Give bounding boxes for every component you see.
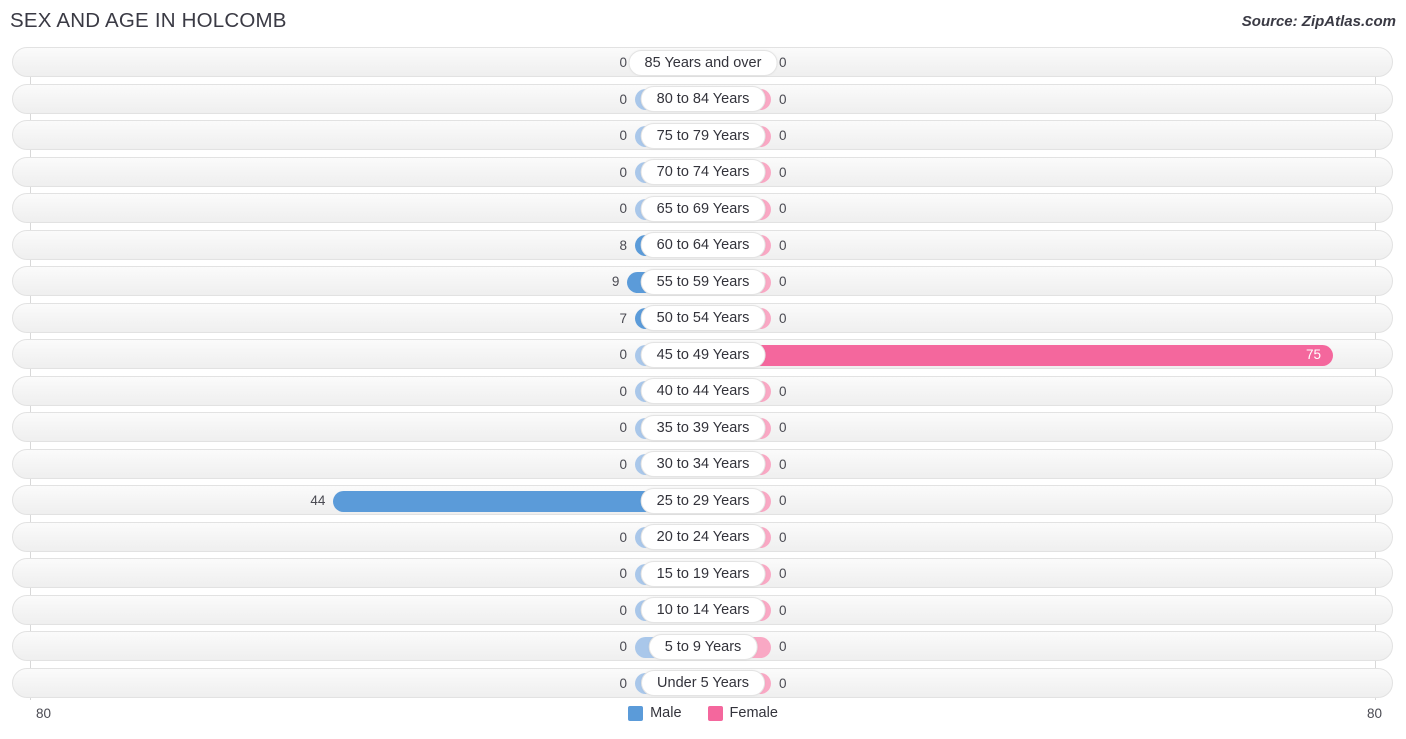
value-label-male: 8 — [619, 237, 627, 253]
age-group-label: 15 to 19 Years — [640, 560, 766, 587]
value-label-female: 0 — [779, 274, 787, 289]
value-label-male: 0 — [619, 164, 627, 180]
source-attribution: Source: ZipAtlas.com — [1241, 13, 1396, 30]
age-group-label: 45 to 49 Years — [640, 341, 766, 368]
page-header: SEX AND AGE IN HOLCOMB Source: ZipAtlas.… — [0, 0, 1406, 44]
age-group-label: 25 to 29 Years — [640, 487, 766, 514]
value-label-female: 0 — [779, 420, 787, 435]
age-group-label: 85 Years and over — [628, 49, 778, 76]
page-title: SEX AND AGE IN HOLCOMB — [10, 9, 287, 32]
value-label-female: 0 — [779, 566, 787, 581]
age-group-label: 30 to 34 Years — [640, 451, 766, 477]
chart-rows: 0 0 85 Years and over 0 0 80 to 84 Years 0 0 75 … — [0, 44, 1406, 701]
age-group-label: 60 to 64 Years — [640, 232, 766, 258]
chart-row[interactable]: 0 75 45 to 49 Years — [0, 336, 1406, 373]
chart-row[interactable]: 0 0 80 to 84 Years — [0, 81, 1406, 118]
age-group-label: 75 to 79 Years — [640, 122, 766, 149]
value-label-male: 0 — [619, 639, 627, 654]
value-label-male: 0 — [619, 675, 627, 691]
value-label-female: 0 — [779, 456, 787, 472]
value-label-female: 75 — [1305, 347, 1321, 362]
value-label-male: 0 — [619, 456, 627, 472]
legend-label-male: Male — [650, 705, 682, 721]
value-label-female: 0 — [779, 237, 787, 253]
value-label-female: 0 — [779, 675, 787, 691]
age-group-label: 80 to 84 Years — [640, 86, 766, 112]
age-group-label: 40 to 44 Years — [640, 378, 766, 404]
value-label-female: 0 — [779, 493, 787, 508]
chart-row[interactable]: 0 0 20 to 24 Years — [0, 519, 1406, 556]
chart-row[interactable]: 0 0 65 to 69 Years — [0, 190, 1406, 227]
value-label-female: 0 — [779, 164, 787, 180]
age-group-label: 55 to 59 Years — [640, 268, 766, 295]
age-group-label: 70 to 74 Years — [640, 159, 766, 185]
value-label-female: 0 — [779, 639, 787, 654]
chart-page: SEX AND AGE IN HOLCOMB Source: ZipAtlas.… — [0, 0, 1406, 739]
chart-legend: Male Female — [0, 705, 1406, 721]
age-group-label: 50 to 54 Years — [640, 305, 766, 331]
value-label-female: 0 — [779, 310, 787, 326]
value-label-male: 0 — [619, 383, 627, 399]
value-label-male: 0 — [619, 55, 627, 70]
population-pyramid-chart: 0 0 85 Years and over 0 0 80 to 84 Years 0 0 75 … — [0, 44, 1406, 702]
value-label-female: 0 — [779, 128, 787, 143]
bar-female[interactable] — [703, 344, 1333, 366]
chart-row[interactable]: 8 0 60 to 64 Years — [0, 227, 1406, 264]
chart-row[interactable]: 44 0 25 to 29 Years — [0, 482, 1406, 519]
value-label-female: 0 — [779, 602, 787, 618]
value-label-female: 0 — [779, 91, 787, 107]
value-label-female: 0 — [779, 201, 787, 216]
chart-row[interactable]: 0 0 85 Years and over — [0, 44, 1406, 81]
chart-row[interactable]: 0 0 10 to 14 Years — [0, 592, 1406, 629]
value-label-male: 0 — [619, 529, 627, 545]
value-label-female: 0 — [779, 55, 787, 70]
age-group-label: Under 5 Years — [641, 670, 765, 696]
value-label-female: 0 — [779, 529, 787, 545]
chart-footer: 80 80 Male Female — [0, 700, 1406, 739]
value-label-male: 0 — [619, 128, 627, 143]
value-label-male: 0 — [619, 420, 627, 435]
chart-row[interactable]: 0 0 Under 5 Years — [0, 665, 1406, 702]
value-label-male: 44 — [310, 493, 326, 508]
legend-item-male[interactable]: Male — [628, 705, 682, 721]
chart-row[interactable]: 0 0 75 to 79 Years — [0, 117, 1406, 154]
value-label-male: 0 — [619, 91, 627, 107]
legend-item-female[interactable]: Female — [707, 705, 778, 721]
chart-row[interactable]: 0 0 15 to 19 Years — [0, 555, 1406, 592]
chart-row[interactable]: 0 0 35 to 39 Years — [0, 409, 1406, 446]
chart-row[interactable]: 0 0 5 to 9 Years — [0, 628, 1406, 665]
chart-row[interactable]: 7 0 50 to 54 Years — [0, 300, 1406, 337]
legend-swatch-female-icon — [707, 705, 723, 721]
age-group-label: 10 to 14 Years — [640, 597, 766, 623]
value-label-male: 0 — [619, 201, 627, 216]
chart-row[interactable]: 0 0 70 to 74 Years — [0, 154, 1406, 191]
legend-label-female: Female — [729, 705, 778, 721]
age-group-label: 5 to 9 Years — [648, 633, 758, 660]
value-label-female: 0 — [779, 383, 787, 399]
chart-row[interactable]: 9 0 55 to 59 Years — [0, 263, 1406, 300]
age-group-label: 35 to 39 Years — [640, 414, 766, 441]
chart-row[interactable]: 0 0 30 to 34 Years — [0, 446, 1406, 483]
age-group-label: 65 to 69 Years — [640, 195, 766, 222]
chart-row[interactable]: 0 0 40 to 44 Years — [0, 373, 1406, 410]
value-label-male: 0 — [619, 347, 627, 362]
value-label-male: 7 — [619, 310, 627, 326]
value-label-male: 0 — [619, 566, 627, 581]
legend-swatch-male-icon — [628, 705, 644, 721]
value-label-male: 0 — [619, 602, 627, 618]
value-label-male: 9 — [611, 274, 620, 289]
age-group-label: 20 to 24 Years — [640, 524, 766, 550]
